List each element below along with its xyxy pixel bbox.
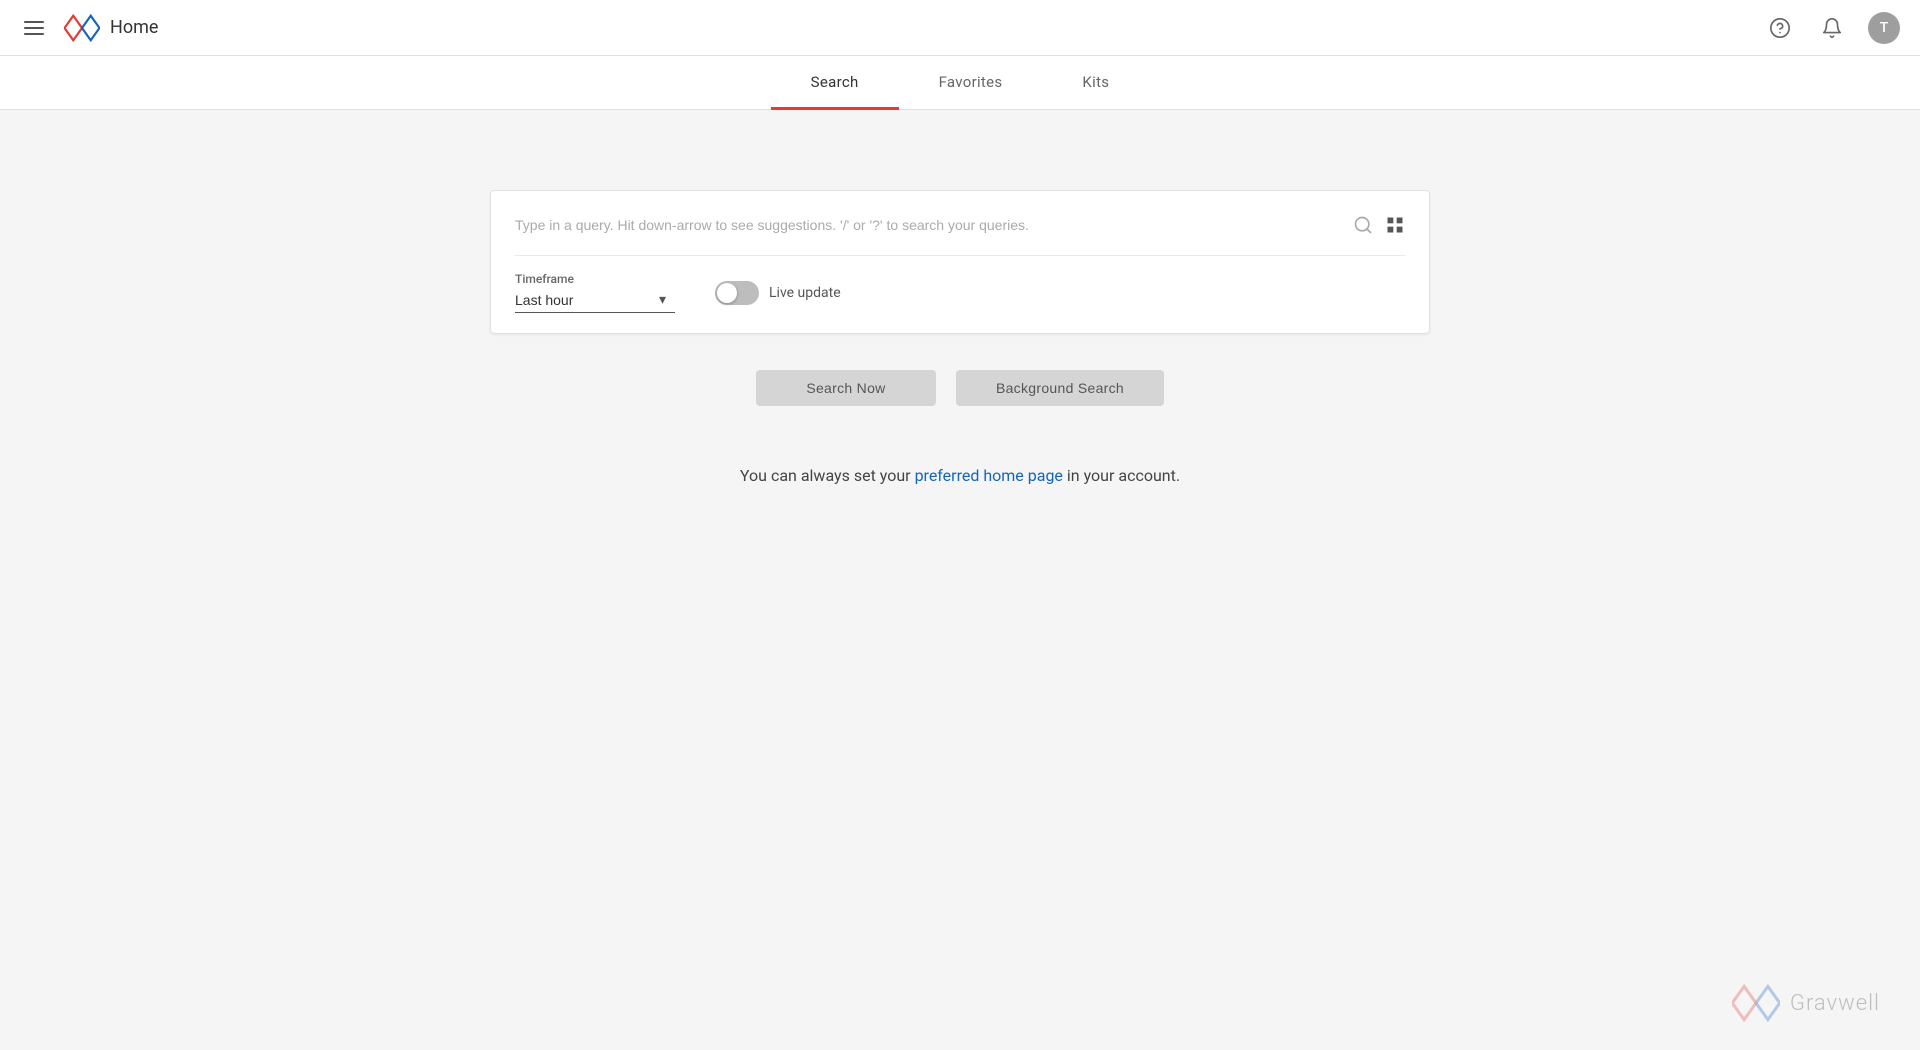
search-input[interactable] bbox=[515, 211, 1341, 239]
live-update-group: Live update bbox=[715, 281, 841, 305]
navbar-left: Home bbox=[20, 14, 158, 42]
search-options-row: Timeframe Last hour Last 24 hours Last 7… bbox=[515, 272, 1405, 313]
help-icon[interactable] bbox=[1764, 12, 1796, 44]
info-text-before: You can always set your bbox=[740, 466, 911, 485]
navbar-right: T bbox=[1764, 12, 1900, 44]
tab-kits[interactable]: Kits bbox=[1042, 57, 1149, 110]
tabs-bar: Search Favorites Kits bbox=[0, 56, 1920, 110]
navbar: Home T bbox=[0, 0, 1920, 56]
hamburger-menu-icon[interactable] bbox=[20, 17, 48, 39]
timeframe-select-wrapper: Last hour Last 24 hours Last 7 days Last… bbox=[515, 292, 675, 313]
search-now-button[interactable]: Search Now bbox=[756, 370, 936, 406]
info-text: You can always set your preferred home p… bbox=[740, 466, 1180, 485]
bottom-logo-icon bbox=[1732, 984, 1780, 1022]
bottom-logo-text: Gravwell bbox=[1790, 991, 1880, 1016]
toggle-track bbox=[715, 281, 759, 305]
info-text-after: in your account. bbox=[1067, 466, 1180, 485]
toggle-thumb bbox=[717, 283, 737, 303]
preferred-home-page-link[interactable]: preferred home page bbox=[915, 466, 1063, 485]
background-search-button[interactable]: Background Search bbox=[956, 370, 1164, 406]
search-box: Timeframe Last hour Last 24 hours Last 7… bbox=[490, 190, 1430, 334]
action-buttons: Search Now Background Search bbox=[756, 370, 1164, 406]
search-input-row bbox=[515, 211, 1405, 239]
logo-container: Home bbox=[64, 14, 158, 42]
page-title: Home bbox=[110, 17, 158, 38]
grid-view-icon[interactable] bbox=[1385, 215, 1405, 235]
tab-search[interactable]: Search bbox=[771, 57, 899, 110]
logo-icon bbox=[64, 14, 100, 42]
bottom-branding: Gravwell bbox=[1732, 984, 1880, 1022]
timeframe-group: Timeframe Last hour Last 24 hours Last 7… bbox=[515, 272, 675, 313]
dropdown-arrow-icon: ▾ bbox=[659, 292, 666, 308]
divider bbox=[515, 255, 1405, 256]
avatar[interactable]: T bbox=[1868, 12, 1900, 44]
live-update-toggle[interactable] bbox=[715, 281, 759, 305]
timeframe-select[interactable]: Last hour Last 24 hours Last 7 days Last… bbox=[515, 292, 655, 308]
notifications-icon[interactable] bbox=[1816, 12, 1848, 44]
live-update-label: Live update bbox=[769, 285, 841, 301]
timeframe-label: Timeframe bbox=[515, 272, 675, 286]
tab-favorites[interactable]: Favorites bbox=[899, 57, 1043, 110]
search-icon[interactable] bbox=[1353, 215, 1373, 235]
main-content: Timeframe Last hour Last 24 hours Last 7… bbox=[0, 110, 1920, 485]
